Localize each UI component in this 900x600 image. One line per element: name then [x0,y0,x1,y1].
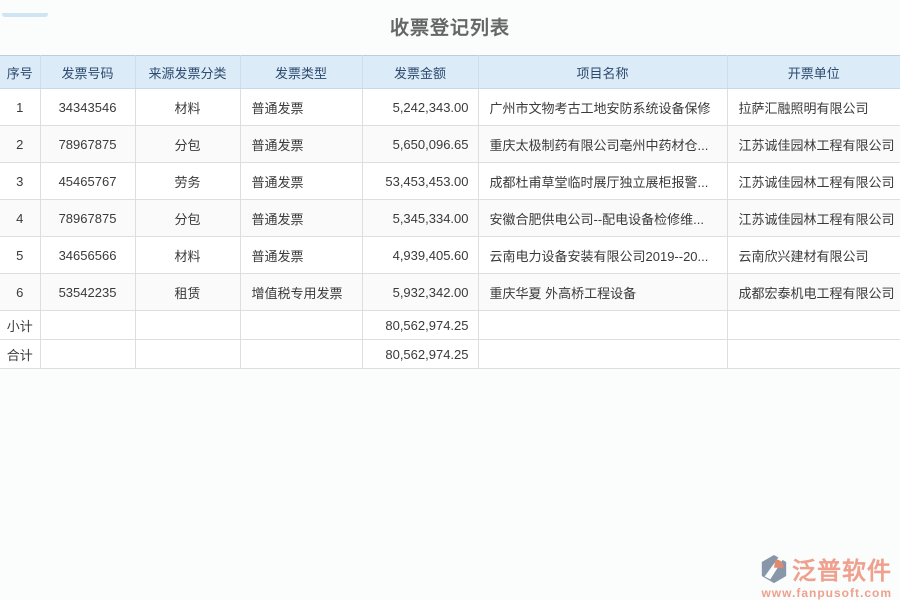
column-header-amount: 发票金额 [362,56,478,89]
table-header-row: 序号 发票号码 来源发票分类 发票类型 发票金额 项目名称 开票单位 [0,56,900,89]
amount-cell: 5,242,343.00 [362,89,478,126]
total-amount: 80,562,974.25 [362,340,478,369]
total-row: 合计 80,562,974.25 [0,340,900,369]
project-name-link[interactable]: 云南电力设备安装有限公司2019--20... [478,237,727,274]
invoice-type-cell: 普通发票 [240,126,362,163]
invoice-type-cell: 普通发票 [240,237,362,274]
column-header-issuing-unit: 开票单位 [727,56,900,89]
project-name-link[interactable]: 广州市文物考古工地安防系统设备保修 [478,89,727,126]
total-label: 合计 [0,340,40,369]
subtotal-row: 小计 80,562,974.25 [0,311,900,340]
seq-cell: 5 [0,237,40,274]
invoice-no-link[interactable]: 78967875 [40,126,135,163]
table-row: 4 78967875 分包 普通发票 5,345,334.00 安徽合肥供电公司… [0,200,900,237]
fanpu-watermark: 泛普软件 www.fanpusoft.com [758,554,892,599]
amount-cell: 4,939,405.60 [362,237,478,274]
table-row: 3 45465767 劳务 普通发票 53,453,453.00 成都杜甫草堂临… [0,163,900,200]
brand-name[interactable]: 泛普软件 [792,560,892,584]
issuing-unit-link[interactable]: 江苏诚佳园林工程有限公司 [727,126,900,163]
invoice-no-link[interactable]: 34343546 [40,89,135,126]
brand-url[interactable]: www.fanpusoft.com [758,587,892,599]
source-category-cell: 劳务 [135,163,240,200]
invoice-type-cell: 普通发票 [240,200,362,237]
project-name-link[interactable]: 重庆太极制药有限公司亳州中药材仓... [478,126,727,163]
source-category-cell: 分包 [135,200,240,237]
fanpu-logo-icon [758,554,790,584]
amount-cell: 5,650,096.65 [362,126,478,163]
source-category-cell: 材料 [135,237,240,274]
amount-cell: 5,932,342.00 [362,274,478,311]
source-category-cell: 材料 [135,89,240,126]
column-header-seq: 序号 [0,56,40,89]
table-row: 2 78967875 分包 普通发票 5,650,096.65 重庆太极制药有限… [0,126,900,163]
issuing-unit-link[interactable]: 成都宏泰机电工程有限公司 [727,274,900,311]
issuing-unit-link[interactable]: 拉萨汇融照明有限公司 [727,89,900,126]
invoice-no-link[interactable]: 53542235 [40,274,135,311]
project-name-link[interactable]: 成都杜甫草堂临时展厅独立展柜报警... [478,163,727,200]
table-row: 1 34343546 材料 普通发票 5,242,343.00 广州市文物考古工… [0,89,900,126]
seq-cell: 1 [0,89,40,126]
seq-cell: 6 [0,274,40,311]
issuing-unit-link[interactable]: 江苏诚佳园林工程有限公司 [727,163,900,200]
column-header-source-category: 来源发票分类 [135,56,240,89]
issuing-unit-link[interactable]: 云南欣兴建材有限公司 [727,237,900,274]
invoice-no-link[interactable]: 78967875 [40,200,135,237]
subtotal-label: 小计 [0,311,40,340]
seq-cell: 4 [0,200,40,237]
invoice-no-link[interactable]: 45465767 [40,163,135,200]
invoice-no-link[interactable]: 34656566 [40,237,135,274]
source-category-cell: 租赁 [135,274,240,311]
source-category-cell: 分包 [135,126,240,163]
column-header-invoice-no: 发票号码 [40,56,135,89]
subtotal-amount: 80,562,974.25 [362,311,478,340]
invoice-type-cell: 普通发票 [240,163,362,200]
seq-cell: 2 [0,126,40,163]
project-name-link[interactable]: 重庆华夏 外高桥工程设备 [478,274,727,311]
partial-button[interactable] [2,13,48,17]
issuing-unit-link[interactable]: 江苏诚佳园林工程有限公司 [727,200,900,237]
table-row: 5 34656566 材料 普通发票 4,939,405.60 云南电力设备安装… [0,237,900,274]
column-header-project-name: 项目名称 [478,56,727,89]
invoice-type-cell: 增值税专用发票 [240,274,362,311]
column-header-invoice-type: 发票类型 [240,56,362,89]
table-row: 6 53542235 租赁 增值税专用发票 5,932,342.00 重庆华夏 … [0,274,900,311]
amount-cell: 53,453,453.00 [362,163,478,200]
seq-cell: 3 [0,163,40,200]
amount-cell: 5,345,334.00 [362,200,478,237]
invoice-type-cell: 普通发票 [240,89,362,126]
receipt-register-table: 序号 发票号码 来源发票分类 发票类型 发票金额 项目名称 开票单位 1 343… [0,55,900,369]
project-name-link[interactable]: 安徽合肥供电公司--配电设备检修维... [478,200,727,237]
page-title: 收票登记列表 [0,13,900,41]
